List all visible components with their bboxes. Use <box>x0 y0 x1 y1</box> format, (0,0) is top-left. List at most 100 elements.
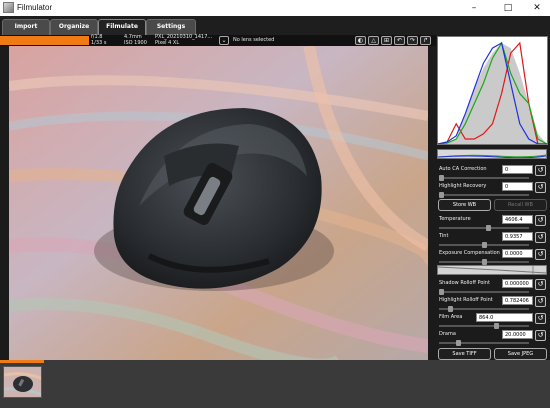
temperature-field[interactable]: 4606.4 <box>502 215 533 224</box>
tab-import[interactable]: Import <box>2 19 50 35</box>
redo-button[interactable]: ↱ <box>420 36 431 45</box>
selected-thumbnail-indicator <box>0 360 44 363</box>
minimize-icon: – <box>471 3 477 13</box>
photo-preview[interactable] <box>9 46 428 360</box>
shadow-rolloff-reset-button[interactable]: ↺ <box>535 279 546 290</box>
tint-reset-button[interactable]: ↺ <box>535 232 546 243</box>
reset-icon: ↺ <box>537 233 544 241</box>
drama-field[interactable]: 20.0000 <box>502 330 533 339</box>
reset-icon: ↺ <box>537 297 544 305</box>
film-area-label: Film Area <box>439 314 463 320</box>
minimize-button[interactable]: – <box>459 0 489 16</box>
slider-handle[interactable] <box>456 340 461 346</box>
slider-handle[interactable] <box>481 242 487 248</box>
reset-icon: ↺ <box>537 331 544 339</box>
reset-icon: ↺ <box>537 280 544 288</box>
auto-ca-label: Auto CA Correction <box>439 166 487 172</box>
processing-progress-bar <box>0 36 89 45</box>
half-circle-button[interactable]: ◐ <box>355 36 366 45</box>
highlight-rolloff-label: Highlight Rolloff Point <box>439 297 493 303</box>
slider-handle[interactable] <box>447 306 453 312</box>
maximize-button[interactable]: □ <box>493 0 523 16</box>
filmstrip[interactable] <box>0 360 550 408</box>
store-wb-button[interactable]: Store WB <box>438 199 491 211</box>
title-bar: Filmulator – □ ✕ <box>0 0 550 16</box>
tone-curve-strip <box>437 265 547 275</box>
tab-bar: Import Organize Filmulate Settings <box>0 16 550 35</box>
highlight-recovery-field[interactable]: 0 <box>502 182 533 191</box>
rotate-left-button[interactable]: ↶ <box>394 36 405 45</box>
crop-leveler-icon: △ <box>371 37 376 44</box>
tone-curve-graph <box>437 266 547 274</box>
shadow-rolloff-field[interactable]: 0.000000 <box>502 279 533 288</box>
tab-filmulate[interactable]: Filmulate <box>98 19 146 35</box>
auto-ca-reset-button[interactable]: ↺ <box>535 165 546 176</box>
half-circle-icon: ◐ <box>357 37 364 44</box>
exposure-compensation-slider[interactable] <box>439 259 529 265</box>
temperature-label: Temperature <box>439 216 471 222</box>
drama-slider[interactable] <box>439 340 529 346</box>
rotate-left-icon: ↶ <box>396 37 403 44</box>
film-area-slider[interactable] <box>439 323 529 329</box>
redo-icon: ↱ <box>422 37 429 44</box>
film-area-field[interactable]: 864.0 <box>476 313 533 322</box>
rotate-right-icon: ↷ <box>409 37 416 44</box>
lens-dropdown-button[interactable]: ⌄ <box>219 36 229 45</box>
recall-wb-button[interactable]: Recall WB <box>494 199 547 211</box>
exposure-histogram-strip <box>437 149 547 159</box>
lens-label: No lens selected <box>233 37 275 43</box>
crop-icon: ⊞ <box>383 37 390 44</box>
thumbnail-image[interactable] <box>3 366 42 398</box>
highlight-recovery-label: Highlight Recovery <box>439 183 487 189</box>
maximize-icon: □ <box>503 3 513 13</box>
slider-handle[interactable] <box>439 175 444 181</box>
highlight-rolloff-reset-button[interactable]: ↺ <box>535 296 546 307</box>
exposure-compensation-reset-button[interactable]: ↺ <box>535 249 546 260</box>
slider-handle[interactable] <box>494 323 500 329</box>
reset-icon: ↺ <box>537 250 544 258</box>
reset-icon: ↺ <box>537 166 544 174</box>
tint-field[interactable]: 0.9357 <box>502 232 533 241</box>
reset-icon: ↺ <box>537 183 544 191</box>
highlight-recovery-slider[interactable] <box>439 192 529 198</box>
tab-settings[interactable]: Settings <box>146 19 196 35</box>
image-info-bar: f/1.8 1/33 s 4.7mm ISO 1900 PXL_20210310… <box>0 34 436 46</box>
film-area-reset-button[interactable]: ↺ <box>535 313 546 324</box>
highlight-recovery-reset-button[interactable]: ↺ <box>535 182 546 193</box>
highlight-rolloff-slider[interactable] <box>439 306 529 312</box>
drama-reset-button[interactable]: ↺ <box>535 330 546 341</box>
exposure-compensation-label: Exposure Compensation <box>439 250 500 256</box>
highlight-rolloff-field[interactable]: 0.782406 <box>502 296 533 305</box>
temperature-slider[interactable] <box>439 225 529 231</box>
tab-organize[interactable]: Organize <box>50 19 98 35</box>
temperature-reset-button[interactable]: ↺ <box>535 215 546 226</box>
window-title: Filmulator <box>17 3 53 12</box>
crop-button[interactable]: ⊞ <box>381 36 392 45</box>
auto-ca-slider[interactable] <box>439 175 529 181</box>
exposure-compensation-field[interactable]: 0.0000 <box>502 249 533 258</box>
mouse-photo <box>9 46 428 360</box>
reset-icon: ↺ <box>537 314 544 322</box>
close-icon: ✕ <box>533 3 541 13</box>
slider-handle[interactable] <box>439 192 444 198</box>
shadow-rolloff-slider[interactable] <box>439 289 529 295</box>
rotate-right-button[interactable]: ↷ <box>407 36 418 45</box>
slider-handle[interactable] <box>485 225 491 231</box>
editing-sidebar: Auto CA Correction 0 ↺ Highlight Recover… <box>436 35 550 373</box>
chevron-down-icon: ⌄ <box>221 37 227 44</box>
crop-leveler-button[interactable]: △ <box>368 36 379 45</box>
shadow-rolloff-label: Shadow Rolloff Point <box>439 280 490 286</box>
auto-ca-field[interactable]: 0 <box>502 165 533 174</box>
histogram-chart <box>437 41 548 145</box>
save-tiff-button[interactable]: Save TIFF <box>438 348 491 360</box>
reset-icon: ↺ <box>537 216 544 224</box>
strip-graph <box>437 154 547 159</box>
thumbnail-photo <box>4 367 41 397</box>
app-icon <box>3 2 14 13</box>
slider-handle[interactable] <box>439 289 444 295</box>
save-jpeg-button[interactable]: Save JPEG <box>494 348 547 360</box>
histogram <box>437 36 548 145</box>
drama-label: Drama <box>439 331 456 337</box>
close-button[interactable]: ✕ <box>522 0 550 16</box>
tint-slider[interactable] <box>439 242 529 248</box>
